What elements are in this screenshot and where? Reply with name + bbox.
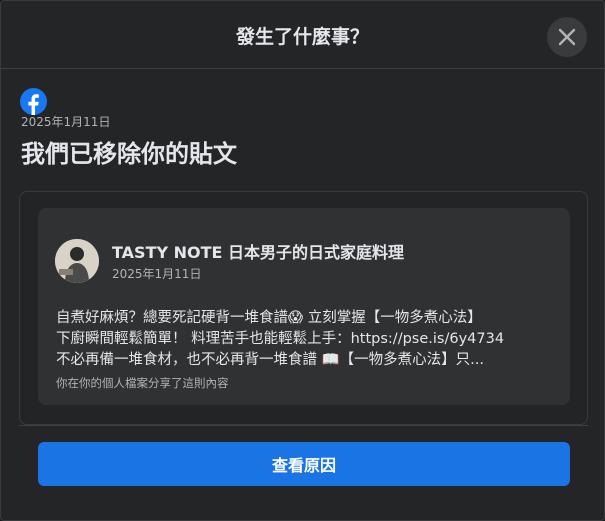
shared-note: 你在你的個人檔案分享了這則內容 xyxy=(56,376,229,390)
notice-title: 我們已移除你的貼文 xyxy=(21,140,237,168)
facebook-logo-icon xyxy=(20,88,47,115)
post-text-line: 下廚瞬間輕鬆簡單！ 料理苦手也能輕鬆上手：https://pse.is/6y47… xyxy=(56,331,505,347)
post-text-line: 自煮好麻煩？總要死記硬背一堆食譜😱 立刻掌握【一物多煮心法】 xyxy=(56,310,482,326)
dialog-title: 發生了什麼事？ xyxy=(235,26,369,48)
post-text: 自煮好麻煩？總要死記硬背一堆食譜😱 立刻掌握【一物多煮心法】 下廚瞬間輕鬆簡單！… xyxy=(56,308,556,371)
post-preview-card: TASTY NOTE 日本男子的日式家庭料理 2025年1月11日 自煮好麻煩？… xyxy=(38,208,570,405)
post-date: 2025年1月11日 xyxy=(112,267,202,281)
notice-date: 2025年1月11日 xyxy=(21,115,111,129)
close-button[interactable] xyxy=(547,17,587,57)
post-author: TASTY NOTE 日本男子的日式家庭料理 xyxy=(112,243,405,262)
dialog-header: 發生了什麼事？ xyxy=(1,1,604,69)
close-icon xyxy=(558,28,576,46)
see-why-button[interactable]: 查看原因 xyxy=(38,442,570,486)
post-text-line: 不必再備一堆食材，也不必再背一堆食譜 📖【一物多煮心法】只... xyxy=(56,352,484,368)
divider xyxy=(19,425,588,426)
author-avatar xyxy=(55,239,99,283)
removed-post-dialog: 發生了什麼事？ 2025年1月11日 我們已移除你的貼文 TASTY NOTE … xyxy=(0,0,605,521)
